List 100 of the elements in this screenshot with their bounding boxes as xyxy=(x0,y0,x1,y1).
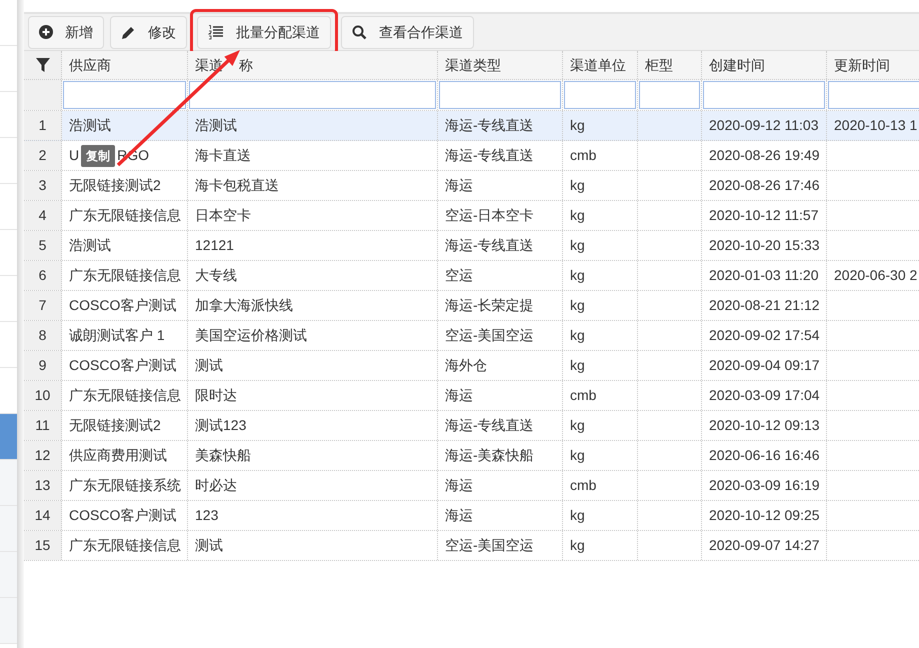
table-cell: 2020-10-12 11:57 xyxy=(702,201,827,230)
table-cell: 日本空卡 xyxy=(188,201,438,230)
table-cell: 海卡直送 xyxy=(188,141,438,170)
table-cell: 空运 xyxy=(438,261,563,290)
table-cell: kg xyxy=(563,531,638,560)
table-cell: 2020-06-30 2 xyxy=(827,261,919,290)
table-cell: 测试 xyxy=(188,351,438,380)
table-row[interactable]: 13 广东无限链接系统 时必达 海运 cmb 2020-03-09 16:19 xyxy=(24,471,919,501)
table-cell: 123 xyxy=(188,501,438,530)
table-cell: 广东无限链接信息 xyxy=(62,531,188,560)
row-number: 9 xyxy=(24,351,62,380)
table-row[interactable]: 10 广东无限链接信息 限时达 海运 cmb 2020-03-09 17:04 xyxy=(24,381,919,411)
table-cell: cmb xyxy=(563,141,638,170)
table-cell: 浩测试 xyxy=(62,231,188,260)
table-cell: 海运 xyxy=(438,471,563,500)
table-cell: kg xyxy=(563,441,638,470)
table-row[interactable]: 11 无限链接测试2 测试123 海运-专线直送 kg 2020-10-12 09:13 xyxy=(24,411,919,441)
table-cell: kg xyxy=(563,411,638,440)
table-row[interactable]: 1 浩测试 浩测试 海运-专线直送 kg 2020-09-12 11:03 2020-10-13 1 xyxy=(24,111,919,141)
sidebar-item[interactable] xyxy=(0,414,17,460)
table-cell: 2020-09-12 11:03 xyxy=(702,111,827,140)
table-row[interactable]: 5 浩测试 12121 海运-专线直送 kg 2020-10-20 15:33 xyxy=(24,231,919,261)
table-cell: 2020-08-21 21:12 xyxy=(702,291,827,320)
table-cell: 2020-03-09 16:19 xyxy=(702,471,827,500)
toolbar-button[interactable]: 查看合作渠道 xyxy=(341,16,474,48)
filter-field[interactable] xyxy=(639,81,700,109)
table-cell: kg xyxy=(563,231,638,260)
row-number: 11 xyxy=(24,411,62,440)
table-cell: kg xyxy=(563,111,638,140)
filter-field[interactable] xyxy=(564,81,636,109)
table-cell: 2020-01-03 11:20 xyxy=(702,261,827,290)
table-row[interactable]: 4 广东无限链接信息 日本空卡 空运-日本空卡 kg 2020-10-12 11:57 xyxy=(24,201,919,231)
table-cell: 海运 xyxy=(438,381,563,410)
table-cell: 空运-日本空卡 xyxy=(438,201,563,230)
table-cell: 12121 xyxy=(188,231,438,260)
plus-circle-icon xyxy=(39,25,53,39)
toolbar-button[interactable]: 修改 xyxy=(110,16,187,48)
table-cell: 2020-09-04 09:17 xyxy=(702,351,827,380)
filter-field[interactable] xyxy=(439,81,561,109)
table-cell: 海运 xyxy=(438,171,563,200)
sidebar-item[interactable] xyxy=(0,460,17,506)
table-row[interactable]: 9 COSCO客户测试 测试 海外仓 kg 2020-09-04 09:17 xyxy=(24,351,919,381)
toolbar-button[interactable]: 新增 xyxy=(28,16,104,48)
table-cell: 无限链接测试2 xyxy=(62,411,188,440)
table-cell: kg xyxy=(563,321,638,350)
table-cell: 2020-08-26 19:49 xyxy=(702,141,827,170)
row-number: 7 xyxy=(24,291,62,320)
table-cell: 海外仓 xyxy=(438,351,563,380)
table-row[interactable]: 15 广东无限链接信息 测试 空运-美国空运 kg 2020-09-07 14:27 xyxy=(24,531,919,561)
sidebar-item[interactable] xyxy=(0,506,17,552)
row-number: 12 xyxy=(24,441,62,470)
column-header: 渠道单位 xyxy=(563,51,638,79)
filter-field[interactable] xyxy=(189,81,436,109)
table-cell: 海卡包税直送 xyxy=(188,171,438,200)
tooltip: 复制 xyxy=(81,145,115,167)
filter-field[interactable] xyxy=(63,81,186,109)
table-cell: 美国空运价格测试 xyxy=(188,321,438,350)
column-header: 更新时间 xyxy=(827,51,919,79)
table-row[interactable]: 14 COSCO客户测试 123 海运 kg 2020-10-12 09:25 xyxy=(24,501,919,531)
table-cell: 2020-10-20 15:33 xyxy=(702,231,827,260)
row-number: 10 xyxy=(24,381,62,410)
table-cell: 2020-08-26 17:46 xyxy=(702,171,827,200)
table-cell: kg xyxy=(563,351,638,380)
table-cell: 海运-专线直送 xyxy=(438,141,563,170)
table-row[interactable]: 3 无限链接测试2 海卡包税直送 海运 kg 2020-08-26 17:46 xyxy=(24,171,919,201)
table-row[interactable]: 7 COSCO客户测试 加拿大海派快线 海运-长荣定提 kg 2020-08-21 21:12 xyxy=(24,291,919,321)
table-cell: 2020-06-16 16:46 xyxy=(702,441,827,470)
table-cell: kg xyxy=(563,261,638,290)
toolbar-button[interactable]: 批量分配渠道 xyxy=(197,16,331,48)
table-cell: 限时达 xyxy=(188,381,438,410)
table-cell: 广东无限链接信息 xyxy=(62,261,188,290)
table-cell: kg xyxy=(563,201,638,230)
table-cell: 测试123 xyxy=(188,411,438,440)
table-cell: 2020-10-12 09:25 xyxy=(702,501,827,530)
table-cell: 美森快船 xyxy=(188,441,438,470)
table-cell: 广东无限链接信息 xyxy=(62,201,188,230)
column-header: 创建时间 xyxy=(702,51,827,79)
table-row[interactable]: 8 诚朗测试客户 1 美国空运价格测试 空运-美国空运 kg 2020-09-02 17:54 xyxy=(24,321,919,351)
column-header: 柜型 xyxy=(638,51,702,79)
table-cell: 大专线 xyxy=(188,261,438,290)
row-number: 15 xyxy=(24,531,62,560)
row-number: 3 xyxy=(24,171,62,200)
filter-field[interactable] xyxy=(828,81,919,109)
table-row[interactable]: 6 广东无限链接信息 大专线 空运 kg 2020-01-03 11:20 2020-06-30 2 xyxy=(24,261,919,291)
row-number: 4 xyxy=(24,201,62,230)
table-cell: 2020-10-12 09:13 xyxy=(702,411,827,440)
table-cell: 海运-长荣定提 xyxy=(438,291,563,320)
row-number: 8 xyxy=(24,321,62,350)
pencil-icon xyxy=(121,24,136,40)
filter-icon[interactable] xyxy=(36,58,50,72)
table-row[interactable]: 12 供应商费用测试 美森快船 海运-美森快船 kg 2020-06-16 16:46 xyxy=(24,441,919,471)
sidebar-item[interactable] xyxy=(0,552,17,598)
filter-field[interactable] xyxy=(703,81,825,109)
numbered-list-icon xyxy=(208,24,224,40)
row-number: 1 xyxy=(24,111,62,140)
sidebar-item[interactable] xyxy=(0,598,17,644)
table-cell: 浩测试 xyxy=(188,111,438,140)
row-number: 2 xyxy=(24,141,62,170)
row-number: 13 xyxy=(24,471,62,500)
table-cell: 时必达 xyxy=(188,471,438,500)
